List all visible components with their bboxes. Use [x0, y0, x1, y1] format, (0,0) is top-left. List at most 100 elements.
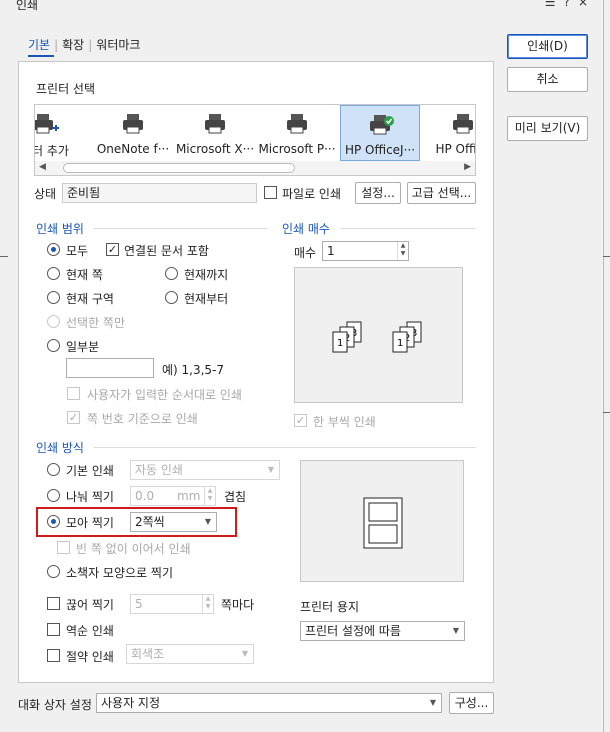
page-number-basis-checkbox[interactable]: ✓ — [67, 411, 80, 424]
chevron-down-icon: ▼ — [429, 698, 436, 707]
range-selection-label: 선택한 쪽만 — [66, 316, 126, 330]
printer-list[interactable]: 린터 추가 OneNote f··· Microsoft X··· Micros… — [34, 104, 476, 176]
printer-add[interactable]: 린터 추가 — [35, 105, 85, 161]
paper-value: 프린터 설정에 따름 — [305, 624, 401, 638]
advanced-button[interactable]: 고급 선택... — [407, 182, 476, 204]
printer-onenote[interactable]: OneNote f··· — [93, 105, 173, 161]
collate-preview: 3 2 1 3 2 1 — [294, 267, 463, 403]
chevron-down-icon: ▼ — [241, 649, 248, 658]
scroll-right-icon[interactable]: ▶ — [464, 162, 471, 172]
scroll-thumb[interactable] — [63, 163, 295, 173]
break-print-label: 끊어 찍기 — [66, 598, 114, 612]
configure-button[interactable]: 구성... — [449, 692, 494, 714]
printer-hp-office[interactable]: HP Office — [423, 105, 475, 161]
section-divider — [340, 228, 476, 229]
printer-icon — [453, 114, 473, 134]
break-print-checkbox[interactable] — [47, 597, 60, 610]
include-linked-label: 연결된 문서 포함 — [124, 244, 209, 258]
break-print-value: 5 — [135, 597, 143, 611]
include-linked-checkbox[interactable]: ✓ — [106, 243, 119, 256]
method-basic-radio[interactable] — [47, 463, 60, 476]
dialog-settings-value: 사용자 지정 — [101, 696, 161, 710]
help-icon[interactable]: ? — [564, 0, 578, 9]
print-button[interactable]: 인쇄(D) — [507, 34, 588, 59]
range-current-section-radio[interactable] — [47, 291, 60, 304]
split-spinner[interactable]: ▲ ▼ — [204, 487, 215, 505]
background-line — [0, 256, 8, 257]
per-page-label: 쪽마다 — [221, 598, 255, 612]
status-value: 준비됨 — [62, 183, 257, 203]
printer-microsoft-xps[interactable]: Microsoft X··· — [175, 105, 255, 161]
printer-icon — [287, 114, 307, 134]
user-order-checkbox[interactable] — [67, 387, 80, 400]
saving-print-checkbox[interactable] — [47, 649, 60, 662]
title-bar — [0, 0, 610, 14]
section-divider — [94, 228, 268, 229]
printer-list-scrollbar[interactable]: ◀ ▶ — [35, 161, 475, 175]
window-title: 인쇄 — [16, 0, 39, 12]
scroll-left-icon[interactable]: ◀ — [39, 162, 46, 172]
cancel-button[interactable]: 취소 — [507, 67, 588, 92]
svg-text:1: 1 — [337, 338, 343, 349]
background-line — [603, 256, 610, 257]
tab-watermark[interactable]: 워터마크 — [96, 36, 140, 53]
method-split-radio[interactable] — [47, 489, 60, 502]
settings-button[interactable]: 설정... — [355, 182, 401, 204]
nup-preview-icon — [363, 497, 403, 549]
title-bar-icons[interactable]: ☰?× — [545, 0, 596, 9]
section-divider — [94, 447, 476, 448]
tab-separator: | — [54, 38, 59, 52]
chevron-down-icon: ▼ — [452, 626, 459, 635]
paper-label: 프린터 용지 — [300, 600, 360, 614]
printer-hp-officejet-selected[interactable]: HP OfficeJ··· — [340, 105, 420, 161]
range-selection-radio[interactable] — [47, 315, 60, 328]
method-basic-label: 기본 인쇄 — [66, 464, 114, 478]
basic-print-dropdown[interactable]: 자동 인쇄 ▼ — [130, 460, 280, 480]
printer-name: Microsoft X··· — [175, 142, 255, 156]
tab-extended[interactable]: 확장 — [62, 36, 84, 53]
tab-basic[interactable]: 기본 — [28, 36, 50, 53]
no-blank-checkbox[interactable] — [57, 541, 70, 554]
split-overlap-input[interactable]: 0.0 mm ▲ ▼ — [130, 486, 216, 506]
chevron-down-icon: ▼ — [267, 465, 274, 474]
break-print-input[interactable]: 5 ▲ ▼ — [130, 594, 214, 614]
split-value: 0.0 — [135, 489, 155, 503]
partial-range-input[interactable] — [66, 358, 154, 378]
range-current-section-label: 현재 구역 — [66, 292, 114, 306]
preview-button[interactable]: 미리 보기(V) — [507, 116, 588, 141]
split-unit: mm — [177, 489, 201, 503]
printer-name: HP Office — [435, 142, 475, 156]
range-all-radio[interactable] — [47, 243, 60, 256]
copies-value: 1 — [327, 244, 335, 258]
saving-print-dropdown[interactable]: 회색조 ▼ — [126, 644, 254, 664]
range-from-current-radio[interactable] — [165, 291, 178, 304]
copies-spinner[interactable]: ▲ ▼ — [397, 242, 408, 260]
copies-input[interactable]: 1 ▲ ▼ — [322, 241, 409, 261]
dialog-settings-dropdown[interactable]: 사용자 지정 ▼ — [96, 693, 442, 713]
basic-print-value: 자동 인쇄 — [135, 463, 183, 477]
print-range-title: 인쇄 범위 — [36, 222, 84, 236]
range-current-page-radio[interactable] — [47, 267, 60, 280]
user-order-label: 사용자가 입력한 순서대로 인쇄 — [87, 388, 242, 402]
method-booklet-radio[interactable] — [47, 565, 60, 578]
collate-label: 한 부씩 인쇄 — [313, 415, 376, 429]
paper-dropdown[interactable]: 프린터 설정에 따름 ▼ — [300, 621, 465, 641]
collate-checkbox[interactable]: ✓ — [294, 414, 307, 427]
break-print-spinner[interactable]: ▲ ▼ — [202, 595, 213, 613]
printer-name: HP OfficeJ··· — [344, 143, 416, 157]
svg-text:1: 1 — [397, 338, 403, 349]
print-to-file-checkbox[interactable] — [264, 186, 277, 199]
range-all-label: 모두 — [66, 244, 89, 258]
printer-microsoft-pdf[interactable]: Microsoft P··· — [257, 105, 337, 161]
close-icon[interactable]: × — [578, 0, 596, 9]
reverse-print-checkbox[interactable] — [47, 623, 60, 636]
printer-add-icon — [35, 114, 59, 134]
range-up-to-current-radio[interactable] — [165, 267, 178, 280]
print-to-file-label: 파일로 인쇄 — [282, 187, 342, 201]
printer-name: OneNote f··· — [96, 142, 170, 156]
overlap-label: 겹침 — [224, 490, 247, 504]
help-book-icon[interactable]: ☰ — [545, 0, 564, 9]
active-tab-indicator — [28, 55, 54, 57]
range-partial-radio[interactable] — [47, 339, 60, 352]
method-booklet-label: 소책자 모양으로 찍기 — [66, 566, 173, 580]
